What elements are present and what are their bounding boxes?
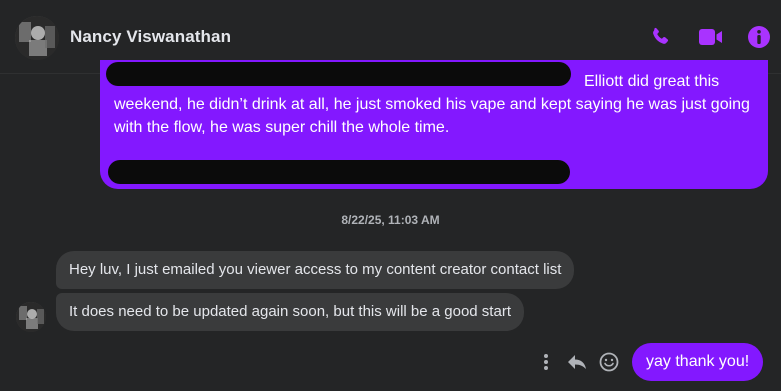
- emoji-react-icon[interactable]: [598, 350, 620, 374]
- contact-avatar[interactable]: [15, 16, 59, 60]
- message-visible-text: Elliott did great this: [584, 73, 720, 90]
- avatar-photo: [16, 302, 46, 332]
- received-message-bubble[interactable]: Hey luv, I just emailed you viewer acces…: [56, 251, 575, 289]
- more-options-icon[interactable]: [540, 350, 552, 374]
- messenger-chat-window: Nancy Viswanathan Elliott did great this…: [0, 0, 781, 391]
- received-message-bubble[interactable]: It does need to be updated again soon, b…: [56, 293, 524, 331]
- redaction-bar: [108, 160, 570, 184]
- message-paragraph: weekend, he didn’t drink at all, he just…: [114, 96, 750, 136]
- message-timestamp: 8/22/25, 11:03 AM: [341, 213, 440, 227]
- redaction-bar: [106, 62, 571, 86]
- info-icon[interactable]: [746, 24, 772, 50]
- contact-name[interactable]: Nancy Viswanathan: [70, 27, 231, 47]
- contact-avatar-small[interactable]: [16, 302, 46, 332]
- avatar-photo: [15, 16, 59, 60]
- phone-icon[interactable]: [647, 24, 673, 50]
- reply-icon[interactable]: [566, 350, 588, 374]
- sent-message-bubble[interactable]: yay thank you!: [632, 343, 764, 381]
- video-icon[interactable]: [698, 24, 724, 50]
